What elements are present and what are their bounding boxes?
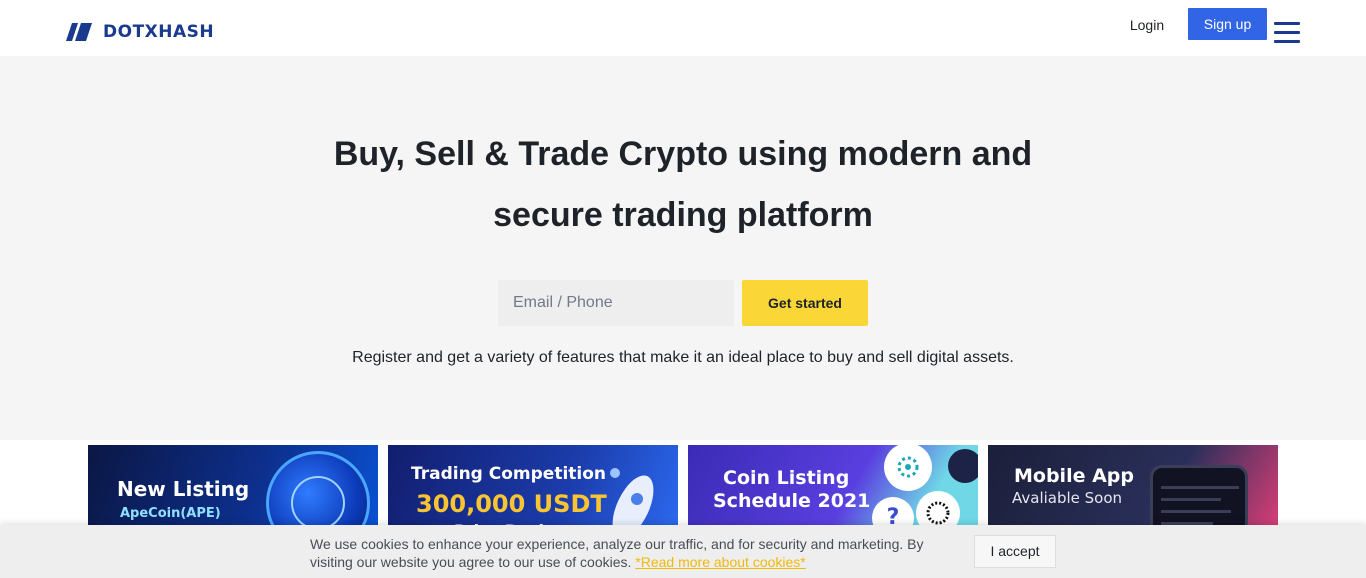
top-header: DOTXHASH Login Sign up (0, 0, 1366, 56)
banner-title: New Listing (117, 477, 250, 501)
logo-mark-icon (66, 23, 92, 41)
accept-cookies-button[interactable]: I accept (974, 535, 1056, 568)
banner-amount: 300,000 USDT (416, 490, 607, 518)
coin-logo-icon (884, 445, 932, 491)
hamburger-menu-icon[interactable] (1274, 22, 1300, 46)
banner-subtitle: ApeCoin(APE) (120, 506, 221, 521)
banner-subtitle: Avaliable Soon (1012, 489, 1123, 507)
brand-name: DOTXHASH (103, 22, 215, 42)
cookie-text-line2: visiting our website you agree to our us… (310, 554, 632, 570)
get-started-button[interactable]: Get started (742, 280, 868, 326)
cookie-message: We use cookies to enhance your experienc… (310, 535, 950, 571)
hero-section: Buy, Sell & Trade Crypto using modern an… (0, 56, 1366, 440)
hero-subtitle: Register and get a variety of features t… (352, 349, 1014, 366)
network-icon (948, 449, 978, 483)
hero-title: Buy, Sell & Trade Crypto using modern an… (283, 124, 1083, 246)
brand-logo[interactable]: DOTXHASH (66, 20, 214, 44)
banner-title-line1: Coin Listing (723, 467, 850, 489)
hero-title-line1: Buy, Sell & Trade Crypto using modern an… (333, 135, 1033, 173)
banner-title-line2: Schedule 2021 (713, 490, 871, 512)
cookie-consent-bar: We use cookies to enhance your experienc… (0, 525, 1366, 578)
banner-title: Trading Competition (411, 464, 607, 484)
hero-title-line2: secure trading platform (493, 196, 873, 234)
signup-button[interactable]: Sign up (1188, 8, 1267, 40)
read-more-cookies-link[interactable]: *Read more about cookies* (635, 554, 805, 570)
login-link[interactable]: Login (1120, 16, 1174, 34)
banner-title: Mobile App (1014, 465, 1134, 487)
cookie-text-line1: We use cookies to enhance your experienc… (310, 536, 924, 552)
email-phone-input[interactable] (498, 280, 734, 326)
